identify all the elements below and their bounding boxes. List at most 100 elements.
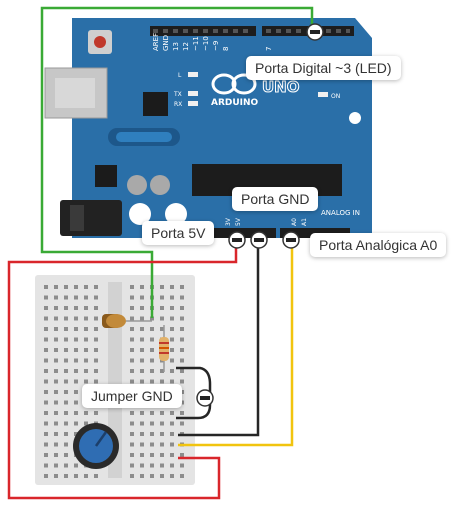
- label-digital3: Porta Digital ~3 (LED): [246, 56, 401, 80]
- breadboard-hole: [140, 379, 144, 384]
- breadboard-hole: [140, 337, 144, 342]
- breadboard-hole: [54, 453, 58, 457]
- breadboard-hole: [140, 285, 144, 289]
- power-jack-inner: [70, 205, 84, 231]
- breadboard-hole: [140, 369, 144, 373]
- breadboard-hole: [160, 432, 164, 436]
- breadboard-hole: [44, 463, 48, 468]
- breadboard-hole: [150, 432, 154, 436]
- label-5v: Porta 5V: [142, 221, 215, 245]
- breadboard-hole: [74, 337, 78, 342]
- breadboard-hole: [44, 337, 48, 342]
- breadboard-hole: [84, 348, 88, 352]
- resistor-band: [159, 342, 169, 344]
- breadboard-hole: [54, 421, 58, 426]
- breadboard-hole: [130, 316, 134, 321]
- breadboard-hole: [44, 453, 48, 457]
- breadboard-hole: [44, 316, 48, 321]
- breadboard-hole: [54, 327, 58, 331]
- breadboard-hole: [180, 337, 184, 342]
- connector-node-5v[interactable]: [228, 231, 246, 249]
- breadboard-hole: [150, 337, 154, 342]
- breadboard-hole: [94, 474, 98, 478]
- breadboard-hole: [94, 358, 98, 363]
- led-label-on: ON: [331, 93, 340, 100]
- breadboard-hole: [150, 348, 154, 352]
- breadboard-hole: [74, 348, 78, 352]
- arduino-brand-text: ARDUINO: [211, 98, 259, 108]
- breadboard-hole: [64, 285, 68, 289]
- breadboard-hole: [44, 306, 48, 310]
- led-l: [188, 72, 198, 77]
- breadboard-hole: [160, 316, 164, 321]
- breadboard-hole: [170, 337, 174, 342]
- breadboard-hole: [94, 306, 98, 310]
- breadboard-hole: [64, 295, 68, 300]
- led-label-tx: TX: [173, 91, 182, 98]
- breadboard-hole: [84, 358, 88, 363]
- breadboard-hole: [44, 285, 48, 289]
- connector-node-jumper[interactable]: [196, 389, 214, 407]
- breadboard-hole: [94, 327, 98, 331]
- breadboard-hole: [170, 421, 174, 426]
- breadboard-hole: [170, 327, 174, 331]
- mounting-hole: [349, 112, 361, 124]
- breadboard-hole: [150, 358, 154, 363]
- breadboard-hole: [160, 306, 164, 310]
- connector-node-digital3[interactable]: [306, 23, 324, 41]
- breadboard-hole: [170, 306, 174, 310]
- pin-label-3v: 3V: [225, 217, 232, 226]
- breadboard-hole: [180, 306, 184, 310]
- breadboard-hole: [150, 379, 154, 384]
- breadboard-hole: [74, 421, 78, 426]
- wire-yellow-a0[interactable]: [178, 240, 294, 447]
- breadboard-hole: [150, 411, 154, 415]
- arduino-uno-board[interactable]: AREF GND 13 12 ~11 ~10 ~9 8 7 L TX RX ON…: [44, 18, 372, 238]
- potentiometer[interactable]: [73, 423, 119, 469]
- breadboard-hole: [170, 358, 174, 363]
- connector-node-a0[interactable]: [282, 231, 300, 249]
- circuit-canvas: AREF GND 13 12 ~11 ~10 ~9 8 7 L TX RX ON…: [0, 0, 462, 506]
- connector-node-gnd[interactable]: [250, 231, 268, 249]
- breadboard-hole: [64, 327, 68, 331]
- breadboard-hole: [160, 474, 164, 478]
- breadboard-hole: [130, 369, 134, 373]
- breadboard-hole: [64, 463, 68, 468]
- led-tx: [188, 91, 198, 96]
- pin-label-5v: 5V: [235, 217, 242, 226]
- breadboard-hole: [54, 285, 58, 289]
- breadboard-hole: [44, 327, 48, 331]
- breadboard-hole: [44, 390, 48, 394]
- breadboard-hole: [140, 348, 144, 352]
- breadboard-hole: [64, 337, 68, 342]
- breadboard-hole: [140, 358, 144, 363]
- usb-connector-inner: [55, 78, 95, 108]
- breadboard-hole: [180, 358, 184, 363]
- breadboard-hole: [54, 474, 58, 478]
- breadboard-hole: [130, 474, 134, 478]
- breadboard-hole: [64, 453, 68, 457]
- breadboard-hole: [130, 348, 134, 352]
- breadboard-hole: [130, 327, 134, 331]
- breadboard-hole: [54, 358, 58, 363]
- led-label-rx: RX: [174, 101, 182, 108]
- power-jack: [60, 200, 122, 236]
- resistor-band: [159, 347, 169, 349]
- breadboard-hole: [94, 411, 98, 415]
- analog-in-label: ANALOG IN: [321, 209, 360, 217]
- crystal-body: [116, 132, 172, 142]
- breadboard-hole: [130, 337, 134, 342]
- breadboard-hole: [54, 379, 58, 384]
- pin-label-8: 8: [222, 47, 230, 51]
- pin-label-aref: AREF: [152, 33, 160, 51]
- breadboard-hole: [150, 421, 154, 426]
- breadboard-hole: [170, 316, 174, 321]
- breadboard-hole: [84, 337, 88, 342]
- reset-button-cap: [94, 36, 106, 48]
- breadboard-hole: [94, 379, 98, 384]
- breadboard-hole: [140, 411, 144, 415]
- breadboard-hole: [74, 369, 78, 373]
- breadboard-hole: [84, 285, 88, 289]
- breadboard-hole: [140, 432, 144, 436]
- breadboard-hole: [74, 379, 78, 384]
